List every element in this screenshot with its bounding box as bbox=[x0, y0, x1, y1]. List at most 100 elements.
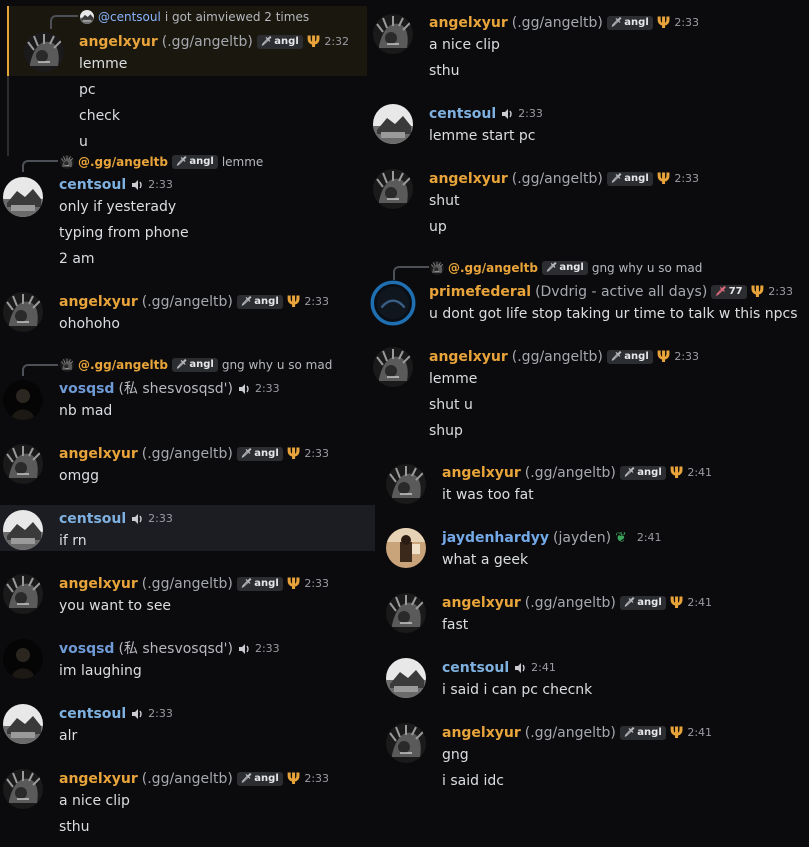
message[interactable] bbox=[0, 505, 375, 551]
role-badge[interactable]: 🗡 angl bbox=[606, 172, 653, 186]
username[interactable]: angelxyur bbox=[59, 770, 138, 788]
role-badge[interactable]: 🗡 angl bbox=[606, 16, 653, 30]
avatar[interactable] bbox=[3, 444, 43, 484]
avatar[interactable] bbox=[3, 639, 43, 679]
avatar[interactable] bbox=[386, 464, 426, 504]
username[interactable]: angelxyur bbox=[79, 33, 158, 51]
username[interactable]: centsoul bbox=[442, 659, 509, 677]
username[interactable]: angelxyur bbox=[59, 575, 138, 593]
avatar[interactable] bbox=[386, 528, 426, 568]
avatar[interactable] bbox=[373, 169, 413, 209]
sword-icon: 🗡 bbox=[623, 728, 636, 738]
avatar[interactable] bbox=[373, 104, 413, 144]
avatar[interactable] bbox=[386, 593, 426, 633]
role-badge[interactable]: 🗡 angl bbox=[619, 466, 666, 480]
avatar[interactable] bbox=[24, 32, 64, 72]
trident-icon: Ψ bbox=[669, 593, 684, 612]
username[interactable]: centsoul bbox=[429, 105, 496, 123]
reply-preview[interactable]: @.gg/angeltb 🗡 angl lemme bbox=[60, 155, 263, 169]
message-line: what a geek bbox=[442, 552, 529, 568]
username[interactable]: angelxyur bbox=[59, 445, 138, 463]
message-line: u dont got life stop taking ur time to t… bbox=[429, 306, 798, 322]
message-line: i said idc bbox=[442, 773, 504, 789]
sword-icon: 🗡 bbox=[240, 449, 253, 459]
nickname: (.gg/angeltb) bbox=[524, 725, 616, 741]
username[interactable]: angelxyur bbox=[442, 464, 521, 482]
nickname: (.gg/angeltb) bbox=[141, 576, 233, 592]
message-header: angelxyur (.gg/angeltb) 🗡 angl Ψ 2:41 bbox=[442, 594, 712, 612]
timestamp: 2:41 bbox=[531, 661, 556, 674]
reply-spine bbox=[393, 266, 429, 280]
reply-text: gng why u so mad bbox=[221, 358, 333, 372]
username[interactable]: primefederal bbox=[429, 283, 531, 301]
nickname: (jayden) bbox=[553, 530, 612, 546]
speaker-icon bbox=[132, 514, 142, 524]
username[interactable]: centsoul bbox=[59, 176, 126, 194]
reply-preview[interactable]: @.gg/angeltb 🗡 angl gng why u so mad bbox=[430, 261, 702, 275]
username[interactable]: vosqsd bbox=[59, 380, 114, 398]
message-header: primefederal (Dvdrig - active all days) … bbox=[429, 283, 793, 301]
avatar[interactable] bbox=[3, 380, 43, 420]
avatar[interactable] bbox=[3, 574, 43, 614]
reply-preview[interactable]: @.gg/angeltb 🗡 angl gng why u so mad bbox=[60, 358, 332, 372]
trident-icon: Ψ bbox=[306, 32, 321, 51]
message-header: centsoul 2:33 bbox=[59, 705, 173, 723]
role-badge[interactable]: 🗡 angl bbox=[619, 726, 666, 740]
username[interactable]: angelxyur bbox=[429, 170, 508, 188]
avatar[interactable] bbox=[3, 769, 43, 809]
message-line: i said i can pc checnk bbox=[442, 682, 593, 698]
speaker-icon bbox=[132, 180, 142, 190]
nickname: (.gg/angeltb) bbox=[141, 446, 233, 462]
username[interactable]: centsoul bbox=[59, 510, 126, 528]
username[interactable]: angelxyur bbox=[59, 293, 138, 311]
trident-icon: Ψ bbox=[286, 574, 301, 593]
reply-username[interactable]: @.gg/angeltb bbox=[448, 261, 538, 275]
timestamp: 2:33 bbox=[148, 178, 173, 191]
reply-username[interactable]: @centsoul bbox=[98, 10, 161, 24]
message-header: angelxyur (.gg/angeltb) 🗡 angl Ψ 2:41 bbox=[442, 464, 712, 482]
role-badge[interactable]: 🗡 angl bbox=[606, 350, 653, 364]
reply-username[interactable]: @.gg/angeltb bbox=[78, 155, 168, 169]
username[interactable]: centsoul bbox=[59, 705, 126, 723]
username[interactable]: angelxyur bbox=[442, 594, 521, 612]
username[interactable]: jaydenhardyy bbox=[442, 529, 549, 547]
role-badge[interactable]: 🗡 angl bbox=[256, 35, 303, 49]
timestamp: 2:33 bbox=[304, 772, 330, 785]
avatar[interactable] bbox=[386, 658, 426, 698]
sword-icon: 🗡 bbox=[175, 157, 188, 167]
message-line: a nice clip bbox=[59, 793, 130, 809]
role-badge[interactable]: 🗡 angl bbox=[236, 577, 283, 591]
role-badge[interactable]: 🗡 77 bbox=[711, 285, 747, 299]
trident-icon: Ψ bbox=[669, 463, 684, 482]
role-badge[interactable]: 🗡 angl bbox=[619, 596, 666, 610]
username[interactable]: angelxyur bbox=[442, 724, 521, 742]
role-badge[interactable]: 🗡 angl bbox=[236, 772, 283, 786]
message-line: you want to see bbox=[59, 598, 172, 614]
sword-icon: 🗡 bbox=[610, 174, 623, 184]
avatar[interactable] bbox=[373, 14, 413, 54]
reply-username[interactable]: @.gg/angeltb bbox=[78, 358, 168, 372]
avatar[interactable] bbox=[373, 347, 413, 387]
reply-text: lemme bbox=[221, 155, 264, 169]
avatar[interactable] bbox=[386, 723, 426, 763]
username[interactable]: vosqsd bbox=[59, 640, 114, 658]
reply-preview[interactable]: @centsoul i got aimviewed 2 times bbox=[80, 10, 309, 24]
message-line: nb mad bbox=[59, 403, 113, 419]
avatar[interactable] bbox=[370, 280, 416, 326]
trident-icon: Ψ bbox=[669, 723, 684, 742]
role-badge[interactable]: 🗡 angl bbox=[236, 447, 283, 461]
message-header: centsoul 2:33 bbox=[59, 510, 173, 528]
speaker-icon bbox=[502, 109, 512, 119]
username[interactable]: angelxyur bbox=[429, 348, 508, 366]
avatar[interactable] bbox=[3, 510, 43, 550]
role-badge[interactable]: 🗡 angl bbox=[236, 295, 283, 309]
timestamp: 2:33 bbox=[674, 16, 700, 29]
timestamp: 2:32 bbox=[324, 35, 350, 48]
timestamp: 2:41 bbox=[636, 531, 662, 544]
username[interactable]: angelxyur bbox=[429, 14, 508, 32]
avatar[interactable] bbox=[3, 292, 43, 332]
avatar[interactable] bbox=[3, 177, 43, 217]
message-header: angelxyur (.gg/angeltb) 🗡 angl Ψ 2:33 bbox=[429, 170, 699, 188]
nickname: (.gg/angeltb) bbox=[511, 349, 603, 365]
avatar[interactable] bbox=[3, 704, 43, 744]
